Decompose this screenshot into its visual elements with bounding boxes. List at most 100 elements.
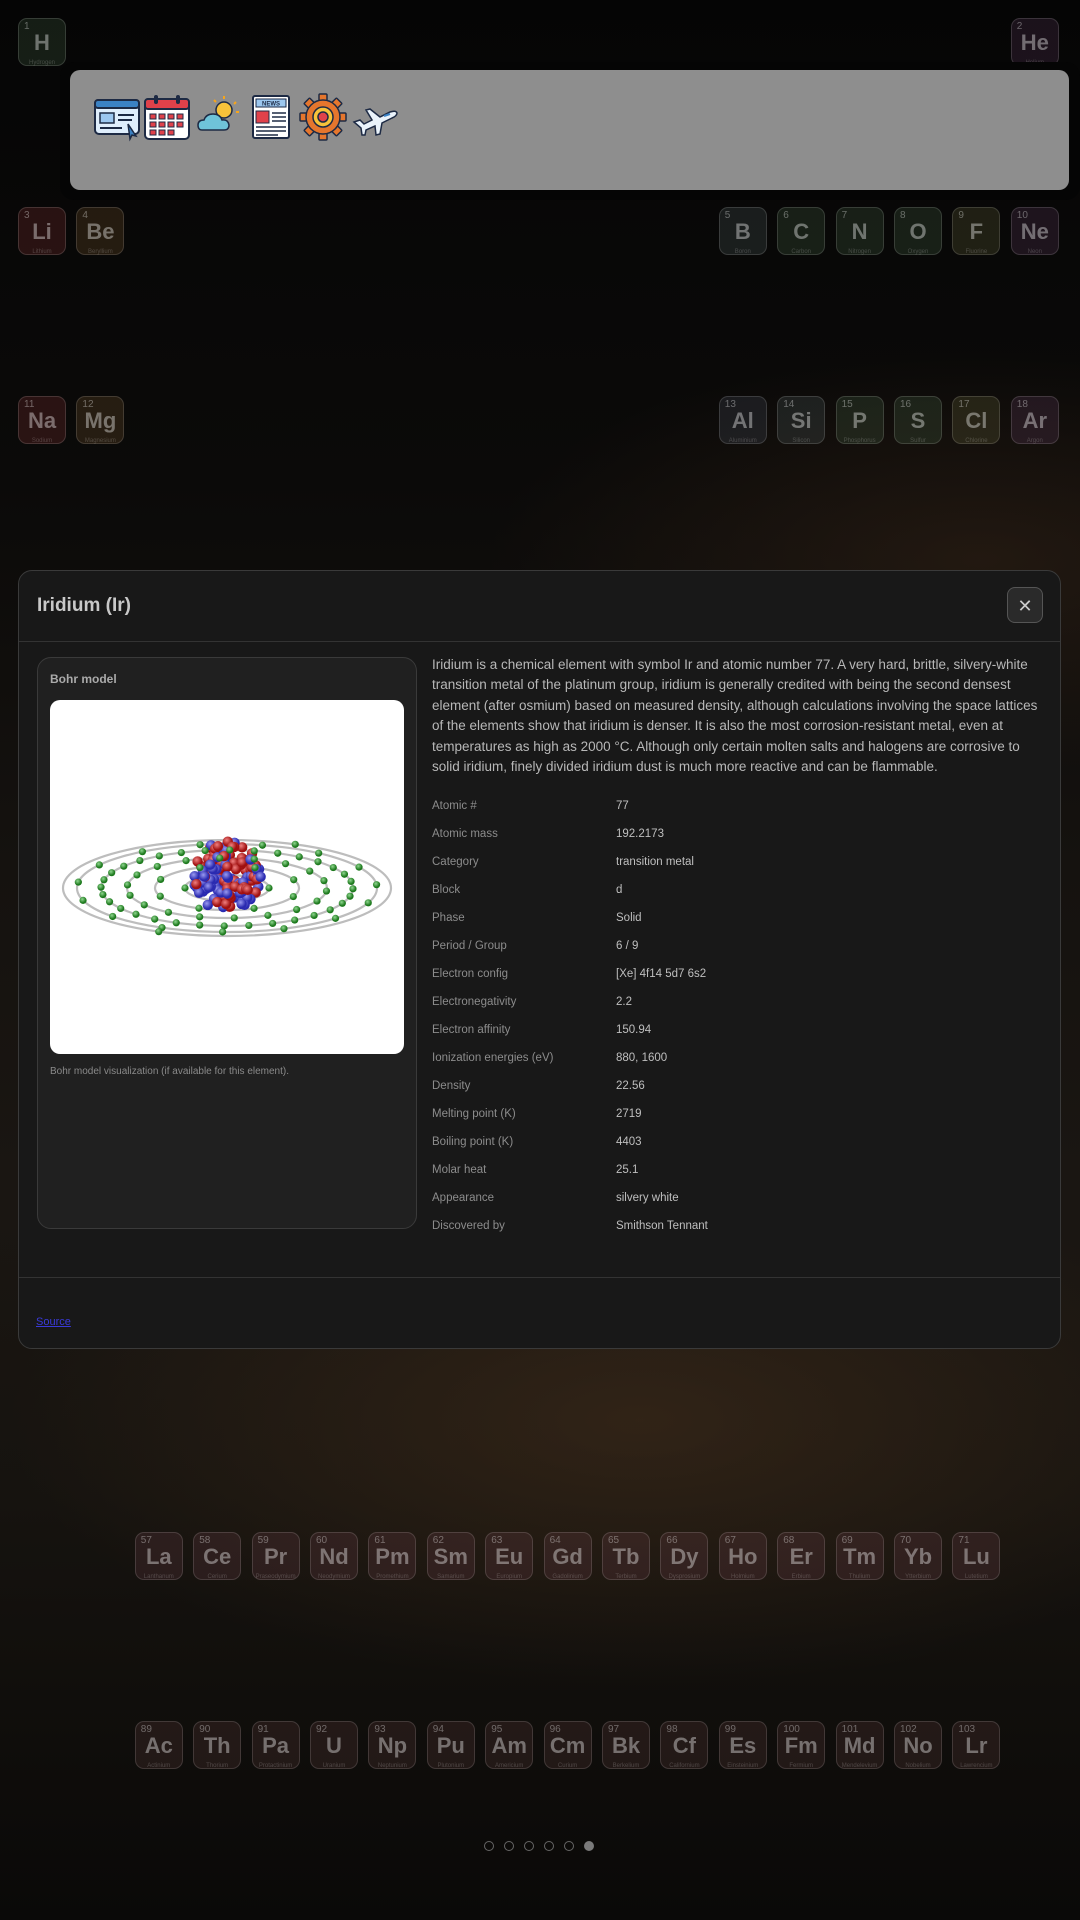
property-value: 25.1 <box>616 1164 639 1176</box>
element-tile-c[interactable]: 6 C Carbon <box>777 207 826 255</box>
element-tile-ar[interactable]: 18 Ar Argon <box>1010 396 1059 444</box>
element-name: Californium <box>669 1763 700 1769</box>
source-link[interactable]: Source <box>36 1316 71 1328</box>
element-tile-cm[interactable]: 96 Cm Curium <box>543 1721 592 1769</box>
browser-app-icon[interactable] <box>92 92 142 142</box>
atomic-number: 15 <box>841 399 853 410</box>
element-tile-tb[interactable]: 65 Tb Terbium <box>602 1532 650 1580</box>
property-row: Ionization energies (eV) 880, 1600 <box>432 1045 1042 1073</box>
atomic-number: 1 <box>24 21 30 32</box>
property-value: [Xe] 4f14 5d7 6s2 <box>616 968 707 980</box>
element-tile-md[interactable]: 101 Md Mendelevium <box>835 1721 884 1769</box>
element-detail-modal: Iridium (Ir) ✕ Bohr model Bohr model vis… <box>18 570 1061 1349</box>
element-tile-s[interactable]: 16 S Sulfur <box>894 396 942 444</box>
element-tile-es[interactable]: 99 Es Einsteinium <box>718 1721 767 1769</box>
element-tile-am[interactable]: 95 Am Americium <box>485 1721 534 1769</box>
property-row: Atomic mass 192.2173 <box>432 821 1042 849</box>
element-tile-yb[interactable]: 70 Yb Ytterbium <box>894 1532 942 1580</box>
element-tile-n[interactable]: 7 N Nitrogen <box>835 207 884 255</box>
travel-app-icon[interactable] <box>350 92 400 142</box>
element-tile-bk[interactable]: 97 Bk Berkelium <box>602 1721 650 1769</box>
element-name: Neodymium <box>317 1574 350 1580</box>
property-label: Melting point (K) <box>432 1108 516 1120</box>
property-value: 2.2 <box>616 996 632 1008</box>
element-tile-th[interactable]: 90 Th Thorium <box>193 1721 242 1769</box>
atomic-number: 90 <box>199 1724 211 1735</box>
element-tile-ac[interactable]: 89 Ac Actinium <box>134 1721 183 1769</box>
property-label: Electronegativity <box>432 996 517 1008</box>
element-tile-lr[interactable]: 103 Lr Lawrencium <box>952 1721 1001 1769</box>
atomic-number: 61 <box>374 1535 386 1546</box>
element-tile-pu[interactable]: 94 Pu Plutonium <box>426 1721 475 1769</box>
calendar-app-icon[interactable] <box>142 92 192 142</box>
property-label: Atomic # <box>432 800 477 812</box>
element-tile-h[interactable]: 1 H Hydrogen <box>18 18 66 66</box>
element-tile-pm[interactable]: 61 Pm Promethium <box>368 1532 417 1580</box>
element-name: Actinium <box>147 1763 171 1769</box>
element-tile-lu[interactable]: 71 Lu Lutetium <box>952 1532 1001 1580</box>
element-tile-tm[interactable]: 69 Tm Thulium <box>835 1532 884 1580</box>
element-tile-er[interactable]: 68 Er Erbium <box>777 1532 826 1580</box>
page-dot-2[interactable] <box>504 1841 514 1851</box>
element-tile-ne[interactable]: 10 Ne Neon <box>1010 207 1059 255</box>
element-tile-u[interactable]: 92 U Uranium <box>310 1721 358 1769</box>
atomic-number: 10 <box>1016 210 1028 221</box>
atomic-number: 89 <box>140 1724 152 1735</box>
element-name: Praseodymium <box>255 1574 296 1580</box>
element-name: Oxygen <box>907 249 929 255</box>
element-tile-no[interactable]: 102 No Nobelium <box>894 1721 942 1769</box>
element-tile-o[interactable]: 8 O Oxygen <box>894 207 942 255</box>
element-tile-eu[interactable]: 63 Eu Europium <box>485 1532 534 1580</box>
atomic-number: 71 <box>958 1535 970 1546</box>
element-tile-al[interactable]: 13 Al Aluminium <box>718 396 767 444</box>
close-button[interactable]: ✕ <box>1007 587 1043 623</box>
atomic-number: 68 <box>783 1535 795 1546</box>
element-tile-ho[interactable]: 67 Ho Holmium <box>718 1532 767 1580</box>
element-tile-np[interactable]: 93 Np Neptunium <box>368 1721 417 1769</box>
atomic-number: 96 <box>549 1724 561 1735</box>
element-tile-li[interactable]: 3 Li Lithium <box>18 207 66 255</box>
element-name: Magnesium <box>84 438 116 444</box>
element-tile-nd[interactable]: 60 Nd Neodymium <box>310 1532 358 1580</box>
element-name: Americium <box>495 1763 524 1769</box>
page-dot-3[interactable] <box>524 1841 534 1851</box>
element-tile-na[interactable]: 11 Na Sodium <box>18 396 66 444</box>
atomic-number: 102 <box>900 1724 917 1735</box>
bohr-model-card: Bohr model Bohr model visualization (if … <box>37 657 417 1229</box>
element-name: Argon <box>1026 438 1043 444</box>
element-tile-f[interactable]: 9 F Fluorine <box>952 207 1001 255</box>
atomic-number: 92 <box>316 1724 328 1735</box>
page-dot-4[interactable] <box>544 1841 554 1851</box>
element-name: Samarium <box>437 1574 465 1580</box>
element-tile-gd[interactable]: 64 Gd Gadolinium <box>543 1532 592 1580</box>
element-tile-cf[interactable]: 98 Cf Californium <box>660 1721 709 1769</box>
news-app-icon[interactable]: NEWS <box>246 92 296 142</box>
element-tile-si[interactable]: 14 Si Silicon <box>777 396 826 444</box>
element-tile-he[interactable]: 2HeHelium <box>1010 18 1059 66</box>
page-dot-6[interactable] <box>584 1841 594 1851</box>
weather-app-icon[interactable] <box>194 92 244 142</box>
element-name: Einsteinium <box>727 1763 759 1769</box>
element-tile-la[interactable]: 57 La Lanthanum <box>134 1532 183 1580</box>
page-dot-5[interactable] <box>564 1841 574 1851</box>
element-tile-fm[interactable]: 100 Fm Fermium <box>777 1721 826 1769</box>
settings-app-icon[interactable] <box>298 92 348 142</box>
element-name: Chlorine <box>965 438 988 444</box>
element-tile-sm[interactable]: 62 Sm Samarium <box>426 1532 475 1580</box>
element-tile-be[interactable]: 4 Be Beryllium <box>76 207 125 255</box>
page-dot-1[interactable] <box>484 1841 494 1851</box>
element-tile-ce[interactable]: 58 Ce Cerium <box>193 1532 242 1580</box>
element-tile-p[interactable]: 15 P Phosphorus <box>835 396 884 444</box>
element-tile-pa[interactable]: 91 Pa Protactinium <box>251 1721 300 1769</box>
element-tile-dy[interactable]: 66 Dy Dysprosium <box>660 1532 709 1580</box>
element-properties-table: Atomic # 77 Atomic mass 192.2173 Category tra… <box>432 793 1042 1241</box>
element-tile-b[interactable]: 5 B Boron <box>718 207 767 255</box>
element-tile-cl[interactable]: 17 Cl Chlorine <box>952 396 1001 444</box>
element-tile-mg[interactable]: 12 Mg Magnesium <box>76 396 125 444</box>
element-name: Lawrencium <box>960 1763 993 1769</box>
element-name: Cerium <box>207 1574 227 1580</box>
property-label: Appearance <box>432 1192 495 1204</box>
element-name: Berkelium <box>612 1763 640 1769</box>
property-row: Electron config [Xe] 4f14 5d7 6s2 <box>432 961 1042 989</box>
element-tile-pr[interactable]: 59 Pr Praseodymium <box>251 1532 300 1580</box>
